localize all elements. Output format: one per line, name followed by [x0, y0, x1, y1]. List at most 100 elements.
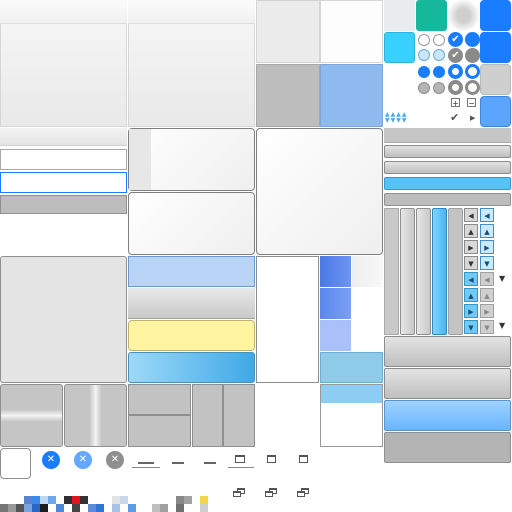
- bar-light-2[interactable]: [384, 161, 511, 174]
- arrow-left-alt-icon[interactable]: ◀: [480, 208, 494, 222]
- arrow-left-blue-icon[interactable]: ◀: [464, 272, 478, 286]
- button-large-blue[interactable]: [384, 400, 511, 431]
- tile-grey-col-2: [223, 384, 255, 447]
- close-icon[interactable]: ✕: [42, 451, 60, 469]
- maximize-icon-2[interactable]: [267, 455, 276, 463]
- maximize-icon[interactable]: [235, 455, 245, 463]
- button-yellow[interactable]: [128, 320, 255, 351]
- frame-plain: [128, 192, 255, 255]
- scroll-thumb[interactable]: [400, 208, 415, 335]
- swatch-grey: [480, 64, 511, 95]
- spinner-arrows-icon[interactable]: ▲▲▲▲ ▼▼▼▼: [385, 112, 417, 126]
- radio-dot-grey-2[interactable]: [433, 82, 445, 94]
- radio-dot-grey[interactable]: [418, 82, 430, 94]
- toolbar-grey: [384, 128, 511, 143]
- minimize-icon-3[interactable]: [204, 462, 216, 464]
- tile-light: [256, 0, 320, 63]
- radio-dot-blue-2[interactable]: [433, 66, 445, 78]
- radio-ring-grey[interactable]: [448, 80, 463, 95]
- dropdown-arrow-icon-2[interactable]: ▼: [499, 322, 505, 330]
- text-input-focused[interactable]: [0, 172, 127, 193]
- arrow-up-icon[interactable]: ▲: [464, 224, 478, 238]
- tile-grey-split-v: [64, 384, 127, 447]
- arrow-right-disabled-icon: ▶: [480, 304, 494, 318]
- pixel-swatch-18: [112, 496, 120, 504]
- text-input-disabled: [0, 195, 127, 214]
- tree-expand-icon[interactable]: +: [451, 98, 460, 108]
- restore-icon-3[interactable]: [297, 488, 309, 498]
- pixel-swatch-19: [120, 496, 128, 504]
- pixel-swatch-2: [8, 504, 16, 512]
- button-large-grey[interactable]: [384, 336, 511, 367]
- tile-grey: [256, 64, 320, 127]
- radio-empty-2[interactable]: [433, 34, 445, 46]
- arrow-up-blue-icon[interactable]: ▲: [464, 288, 478, 302]
- swatch-light: [384, 0, 415, 31]
- button-large-grey-2[interactable]: [384, 368, 511, 399]
- tile-grey-split-h: [0, 384, 63, 447]
- progress-blue-2: [320, 288, 351, 319]
- pixel-swatch-17: [96, 504, 104, 512]
- restore-icon[interactable]: [233, 488, 245, 498]
- maximize-icon-3[interactable]: [299, 455, 308, 463]
- arrow-up-alt-icon[interactable]: ▲: [480, 224, 494, 238]
- scroll-thumb-blue[interactable]: [432, 208, 447, 335]
- check-icon[interactable]: ✔: [448, 32, 463, 47]
- panel-large-1-header: [0, 0, 127, 24]
- arrow-down-icon[interactable]: ▼: [464, 256, 478, 270]
- progress-fade-1: [352, 256, 383, 287]
- bar-light[interactable]: [384, 145, 511, 158]
- pixel-swatch-6: [40, 496, 48, 504]
- minimize-icon[interactable]: [138, 462, 154, 464]
- arrow-right-blue-icon[interactable]: ▶: [464, 304, 478, 318]
- tree-collapse-icon[interactable]: −: [467, 98, 476, 108]
- minimize-icon-2[interactable]: [172, 462, 184, 464]
- pixel-swatch-8: [24, 504, 32, 512]
- scroll-thumb-2[interactable]: [416, 208, 431, 335]
- tile-grey-col: [192, 384, 223, 447]
- bar-blue[interactable]: [384, 177, 511, 190]
- pixel-swatch-24: [176, 496, 184, 504]
- check-grey-icon[interactable]: ✔: [448, 48, 463, 63]
- swatch-sky: [384, 32, 415, 63]
- arrow-right-icon[interactable]: ▶: [464, 240, 478, 254]
- pixel-swatch-23: [160, 504, 168, 512]
- scroll-track[interactable]: [384, 208, 399, 335]
- progress-blue-1: [320, 256, 351, 287]
- pixel-swatch-5: [32, 496, 40, 504]
- radio-pale-2[interactable]: [433, 49, 445, 61]
- radio-pale[interactable]: [418, 49, 430, 61]
- radio-empty[interactable]: [418, 34, 430, 46]
- bar-disabled: [384, 193, 511, 206]
- text-input[interactable]: [0, 149, 127, 170]
- arrow-down-blue-icon[interactable]: ▼: [464, 320, 478, 334]
- button-sky-gradient[interactable]: [128, 352, 255, 383]
- arrow-right-alt-icon[interactable]: ▶: [480, 240, 494, 254]
- frame-large: [256, 128, 383, 255]
- pixel-swatch-1: [0, 504, 8, 512]
- pixel-swatch-9: [32, 504, 40, 512]
- close-icon-hover[interactable]: ✕: [74, 451, 92, 469]
- arrow-down-alt-icon[interactable]: ▼: [480, 256, 494, 270]
- arrow-left-icon[interactable]: ◀: [464, 208, 478, 222]
- radio-dot-blue[interactable]: [418, 66, 430, 78]
- divider-bar: [0, 128, 127, 146]
- swatch-blue-soft: [480, 96, 511, 127]
- button-pale-blue[interactable]: [128, 256, 255, 287]
- pixel-swatch-25: [184, 496, 192, 504]
- card-sky-header-bar: [321, 385, 382, 403]
- dropdown-arrow-icon[interactable]: ▼: [499, 275, 505, 283]
- pixel-swatch-22: [152, 504, 160, 512]
- restore-icon-2[interactable]: [265, 488, 277, 498]
- radio-ring-blue[interactable]: [448, 64, 463, 79]
- arrow-right-small-icon[interactable]: ▶: [470, 115, 475, 122]
- radio-blue-filled[interactable]: [465, 32, 480, 47]
- tile-grey-row-2: [128, 415, 191, 447]
- radio-ring-grey-2[interactable]: [465, 80, 480, 95]
- radio-grey-filled[interactable]: [465, 48, 480, 63]
- pixel-swatch-14: [80, 496, 88, 504]
- blank-button[interactable]: [0, 448, 31, 479]
- radio-ring-blue-2[interactable]: [465, 64, 480, 79]
- button-grey-gradient[interactable]: [128, 288, 255, 319]
- pixel-swatch-21: [128, 504, 136, 512]
